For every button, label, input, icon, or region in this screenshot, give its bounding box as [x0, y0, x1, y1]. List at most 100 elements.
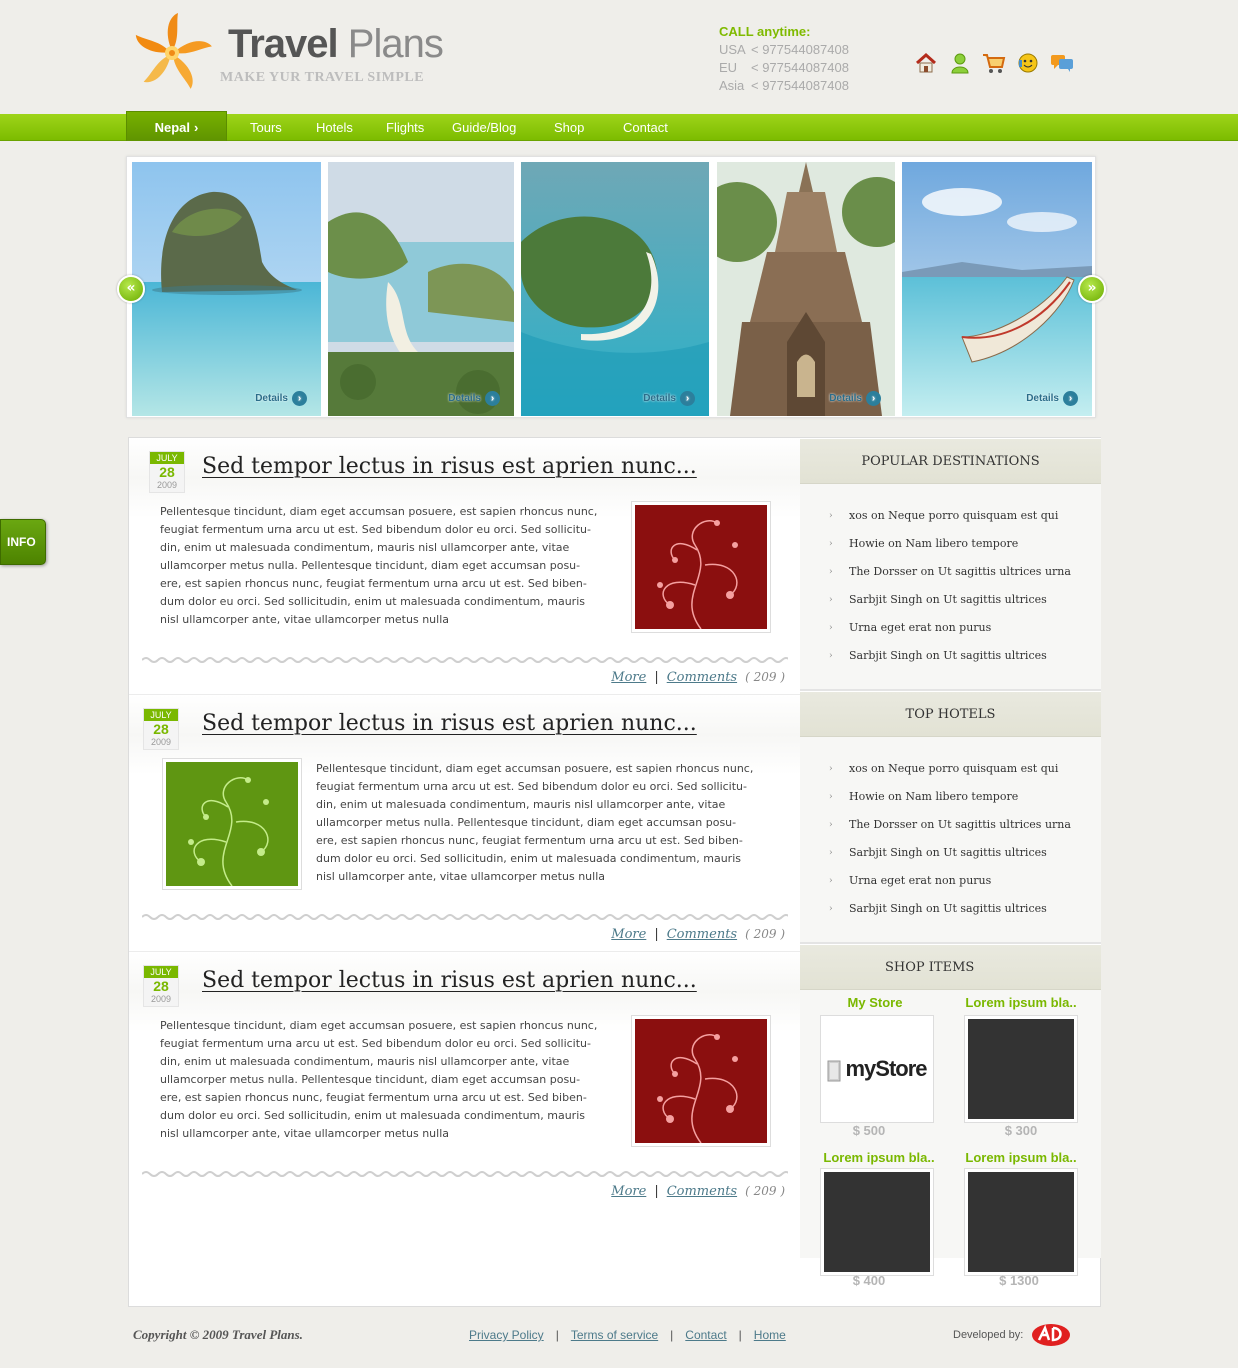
post-line: dum dolor eu orci. Sed sollicitudin, eni…	[316, 852, 741, 865]
post-image[interactable]	[631, 501, 771, 633]
list-item[interactable]: › Howie on Nam libero tempore	[829, 530, 1071, 558]
post-date-year: 2009	[150, 994, 172, 1004]
blog-post: JULY 28 2009 Sed tempor lectus in risus …	[129, 952, 800, 1209]
post-title[interactable]: Sed tempor lectus in risus est aprien nu…	[202, 711, 697, 736]
list-item[interactable]: › xos on Neque porro quisquam est qui	[829, 502, 1071, 530]
separator: |	[654, 670, 659, 685]
nav-item-shop[interactable]: Shop	[554, 114, 584, 141]
comments-link[interactable]: Comments	[667, 670, 737, 685]
list-item[interactable]: › The Dorsser on Ut sagittis ultrices urn…	[829, 811, 1071, 839]
phone-region: Asia	[719, 78, 745, 93]
site-title[interactable]: Travel Plans	[228, 22, 444, 67]
post-date: JULY 28 2009	[149, 451, 185, 493]
post-line: din, enim ut malesuada condimentum, maur…	[160, 1055, 570, 1068]
comments-link[interactable]: Comments	[667, 927, 737, 942]
post-date-month: JULY	[150, 452, 184, 464]
separator: |	[654, 927, 659, 942]
list-item-text: Howie on Nam libero tempore	[849, 790, 1019, 803]
chat-icon[interactable]	[1050, 50, 1074, 76]
post-date-year: 2009	[150, 737, 172, 747]
slide-temple[interactable]: Details ›	[717, 162, 895, 416]
post-divider	[142, 657, 788, 663]
phone-number: < 977544087408	[751, 78, 849, 93]
post-line: nisl ullamcorper ante, vitae ullamcorper…	[160, 613, 449, 626]
list-item[interactable]: › Urna eget erat non purus	[829, 614, 1071, 642]
more-link[interactable]: More	[611, 927, 646, 942]
shop-item-image[interactable]	[964, 1168, 1078, 1276]
post-image[interactable]	[162, 758, 302, 890]
post-date-day: 28	[153, 721, 169, 737]
nav-item-nepal[interactable]: Nepal ›	[126, 111, 227, 141]
phone-row: EU < 977544087408	[719, 60, 849, 78]
list-item[interactable]: › Howie on Nam libero tempore	[829, 783, 1071, 811]
details-link[interactable]: Details ›	[1026, 391, 1078, 406]
blog-post: JULY 28 2009 Sed tempor lectus in risus …	[129, 438, 800, 695]
shop-item-image[interactable]	[820, 1168, 934, 1276]
flower-logo-icon[interactable]	[128, 10, 216, 96]
arrow-right-icon: ›	[680, 391, 695, 406]
post-line: Pellentesque tincidunt, diam eget accums…	[160, 505, 598, 518]
slide-longtail-boat[interactable]: Details ›	[902, 162, 1092, 416]
footer-link-contact[interactable]: Contact	[685, 1328, 726, 1342]
list-item[interactable]: › The Dorsser on Ut sagittis ultrices urn…	[829, 558, 1071, 586]
developer-logo-icon[interactable]	[1031, 1322, 1071, 1348]
cart-icon[interactable]	[982, 50, 1006, 76]
smiley-icon[interactable]	[1016, 50, 1040, 76]
slide-aerial-island[interactable]: Details ›	[521, 162, 709, 416]
post-title[interactable]: Sed tempor lectus in risus est aprien nu…	[202, 968, 697, 993]
bullet-icon: ›	[829, 623, 833, 633]
list-item[interactable]: › Sarbjit Singh on Ut sagittis ultrices	[829, 586, 1071, 614]
more-link[interactable]: More	[611, 670, 646, 685]
post-line: Pellentesque tincidunt, diam eget accums…	[316, 762, 754, 775]
more-link[interactable]: More	[611, 1184, 646, 1199]
post-date-day: 28	[153, 978, 169, 994]
user-icon[interactable]	[948, 50, 972, 76]
details-link[interactable]: Details ›	[643, 391, 695, 406]
home-icon[interactable]	[914, 50, 938, 76]
slider-next-button[interactable]: »	[1078, 275, 1106, 303]
details-label: Details	[448, 393, 481, 404]
comments-link[interactable]: Comments	[667, 1184, 737, 1199]
details-link[interactable]: Details ›	[448, 391, 500, 406]
bullet-icon: ›	[829, 904, 833, 914]
shop-item-name[interactable]: Lorem ipsum bla..	[956, 1150, 1086, 1165]
nav-item-guide-blog[interactable]: Guide/Blog	[452, 114, 516, 141]
list-item[interactable]: › xos on Neque porro quisquam est qui	[829, 755, 1071, 783]
slide-rock-island[interactable]: Details ›	[132, 162, 321, 416]
nav-item-flights[interactable]: Flights	[386, 114, 424, 141]
post-line: ere, est sapien rhoncus nunc, feugiat fe…	[316, 834, 743, 847]
footer-link-privacy[interactable]: Privacy Policy	[469, 1328, 544, 1342]
shop-item-price: $ 500	[852, 1123, 886, 1138]
list-item[interactable]: › Sarbjit Singh on Ut sagittis ultrices	[829, 642, 1071, 670]
post-title[interactable]: Sed tempor lectus in risus est aprien nu…	[202, 454, 697, 479]
info-tab[interactable]: INFO	[0, 519, 46, 565]
footer-link-terms[interactable]: Terms of service	[571, 1328, 658, 1342]
nav-item-contact[interactable]: Contact	[623, 114, 668, 141]
comment-count-value: 209	[753, 927, 777, 941]
mystore-logo-text: myStore	[845, 1056, 927, 1081]
post-date-day: 28	[159, 464, 175, 480]
separator: |	[738, 1328, 742, 1342]
shop-item-name[interactable]: My Store	[810, 995, 940, 1010]
image-slider: Details › Details › Details › Details › …	[126, 156, 1096, 418]
details-link[interactable]: Details ›	[829, 391, 881, 406]
list-item[interactable]: › Urna eget erat non purus	[829, 867, 1071, 895]
shop-item-image[interactable]: myStore	[820, 1015, 934, 1123]
post-line: ere, est sapien rhoncus nunc, feugiat fe…	[160, 1091, 587, 1104]
mystore-logo: myStore	[824, 1019, 930, 1119]
nav-item-hotels[interactable]: Hotels	[316, 114, 353, 141]
list-item[interactable]: › Sarbjit Singh on Ut sagittis ultrices	[829, 839, 1071, 867]
shop-item-name[interactable]: Lorem ipsum bla..	[814, 1150, 944, 1165]
list-item-text: Sarbjit Singh on Ut sagittis ultrices	[849, 902, 1047, 915]
nav-item-tours[interactable]: Tours	[250, 114, 282, 141]
slide-island-beach[interactable]: Details ›	[328, 162, 514, 416]
shop-item-name[interactable]: Lorem ipsum bla..	[956, 995, 1086, 1010]
post-image[interactable]	[631, 1015, 771, 1147]
shop-item-image[interactable]	[964, 1015, 1078, 1123]
list-item[interactable]: › Sarbjit Singh on Ut sagittis ultrices	[829, 895, 1071, 923]
details-link[interactable]: Details ›	[255, 391, 307, 406]
slider-prev-button[interactable]: «	[117, 275, 145, 303]
post-divider	[142, 914, 788, 920]
list-item-text: Urna eget erat non purus	[849, 874, 992, 887]
footer-link-home[interactable]: Home	[754, 1328, 786, 1342]
